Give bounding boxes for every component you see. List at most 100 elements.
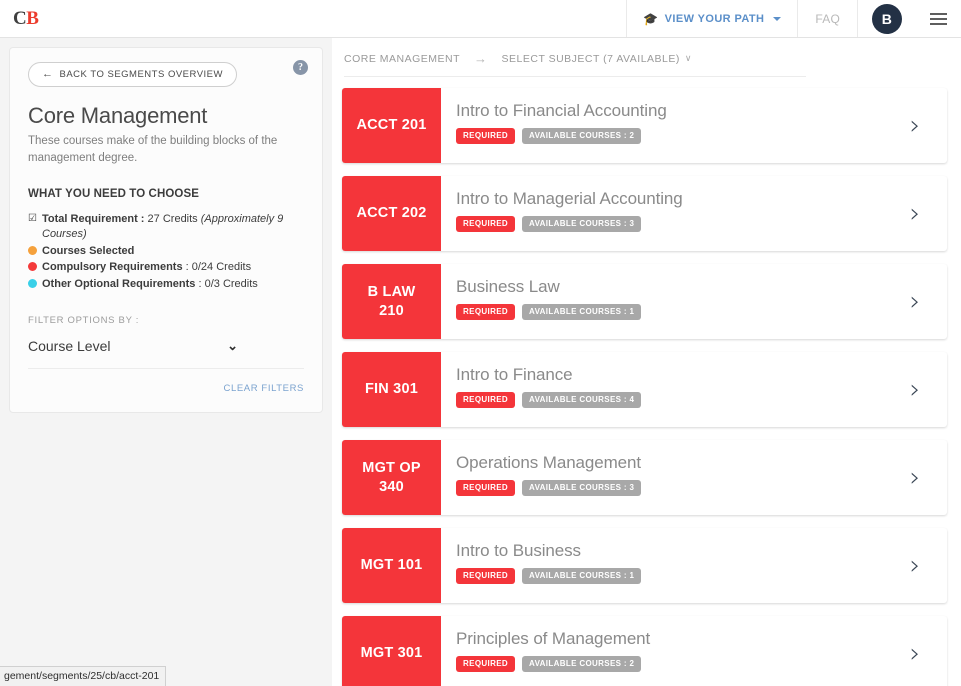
available-courses-badge: AVAILABLE COURSES : 1	[522, 304, 642, 320]
brand-logo-letter-c: C	[13, 7, 27, 29]
available-courses-badge: AVAILABLE COURSES : 4	[522, 392, 642, 408]
back-button-label: BACK TO SEGMENTS OVERVIEW	[59, 69, 223, 80]
requirement-courses-selected-label: Courses Selected	[42, 244, 135, 257]
course-title: Intro to Business	[456, 541, 581, 560]
legend-dot-orange-icon	[28, 244, 42, 255]
course-code: MGT 101	[342, 528, 441, 603]
requirement-optional-value: : 0/3 Credits	[195, 277, 258, 290]
clear-filters-button[interactable]: CLEAR FILTERS	[28, 383, 304, 394]
course-title: Business Law	[456, 277, 560, 296]
breadcrumb: CORE MANAGEMENT → SELECT SUBJECT (7 AVAI…	[344, 38, 806, 77]
requirement-courses-selected: Courses Selected	[28, 244, 304, 259]
graduation-cap-icon: 🎓	[643, 11, 659, 26]
course-code: MGT OP 340	[342, 440, 441, 515]
breadcrumb-select-subject-label: SELECT SUBJECT (7 AVAILABLE)	[501, 52, 680, 65]
course-code: ACCT 201	[342, 88, 441, 163]
course-level-filter-select[interactable]: Course Level ⌄	[28, 338, 304, 370]
requirements-legend: ☑ Total Requirement : 27 Credits (Approx…	[28, 212, 304, 291]
course-card-body: Intro to Finance REQUIRED AVAILABLE COUR…	[441, 352, 883, 427]
course-card-body: Intro to Financial Accounting REQUIRED A…	[441, 88, 883, 163]
course-card-mgt-101[interactable]: MGT 101 Intro to Business REQUIRED AVAIL…	[342, 528, 947, 603]
faq-label: FAQ	[815, 11, 840, 26]
requirement-optional-text: Other Optional Requirements : 0/3 Credit…	[42, 277, 304, 292]
arrow-right-icon: →	[474, 51, 488, 66]
requirement-optional-label: Other Optional Requirements	[42, 277, 196, 290]
chevron-down-icon: ∨	[684, 53, 692, 63]
course-card-body: Intro to Managerial Accounting REQUIRED …	[441, 176, 883, 251]
course-badges: REQUIRED AVAILABLE COURSES : 3	[456, 480, 883, 496]
required-badge: REQUIRED	[456, 392, 516, 408]
chevron-right-icon[interactable]: ›	[883, 352, 947, 427]
chevron-right-icon[interactable]: ›	[883, 528, 947, 603]
back-to-segments-overview-button[interactable]: ← BACK TO SEGMENTS OVERVIEW	[28, 62, 237, 87]
main-content: CORE MANAGEMENT → SELECT SUBJECT (7 AVAI…	[332, 38, 961, 686]
browser-status-bar-url: gement/segments/25/cb/acct-201	[0, 666, 167, 686]
requirement-courses-selected-text: Courses Selected	[42, 244, 304, 259]
course-badges: REQUIRED AVAILABLE COURSES : 3	[456, 216, 883, 232]
breadcrumb-select-subject[interactable]: SELECT SUBJECT (7 AVAILABLE) ∨	[502, 53, 692, 65]
course-list: ACCT 201 Intro to Financial Accounting R…	[342, 77, 947, 686]
available-courses-badge: AVAILABLE COURSES : 1	[522, 568, 642, 584]
requirement-total-label: Total Requirement :	[42, 213, 145, 226]
filter-options-label: FILTER OPTIONS BY :	[28, 315, 140, 327]
available-courses-badge: AVAILABLE COURSES : 3	[522, 480, 642, 496]
chevron-right-icon[interactable]: ›	[883, 616, 947, 686]
course-level-filter-value: Course Level	[28, 338, 111, 355]
legend-dot-red-icon	[28, 260, 42, 272]
course-code: MGT 301	[342, 616, 441, 686]
requirement-total-value: 27 Credits	[147, 213, 198, 226]
course-badges: REQUIRED AVAILABLE COURSES : 4	[456, 392, 883, 408]
course-title: Intro to Financial Accounting	[456, 101, 667, 120]
segment-info-panel: ? ← BACK TO SEGMENTS OVERVIEW Core Manag…	[9, 47, 323, 414]
course-card-mgt-301[interactable]: MGT 301 Principles of Management REQUIRE…	[342, 616, 947, 686]
required-badge: REQUIRED	[456, 480, 516, 496]
course-card-b-law-210[interactable]: B LAW 210 Business Law REQUIRED AVAILABLE…	[342, 264, 947, 339]
course-card-body: Intro to Business REQUIRED AVAILABLE COU…	[441, 528, 883, 603]
course-card-fin-301[interactable]: FIN 301 Intro to Finance REQUIRED AVAILA…	[342, 352, 947, 427]
course-title: Intro to Managerial Accounting	[456, 189, 683, 208]
brand-logo[interactable]: CB	[0, 0, 52, 37]
course-card-mgt-op-340[interactable]: MGT OP 340 Operations Management REQUIRED…	[342, 440, 947, 515]
requirement-compulsory-text: Compulsory Requirements : 0/24 Credits	[42, 260, 304, 275]
chevron-right-icon[interactable]: ›	[883, 176, 947, 251]
course-code: FIN 301	[342, 352, 441, 427]
required-badge: REQUIRED	[456, 568, 516, 584]
main-menu-button[interactable]	[916, 0, 961, 37]
requirement-total-text: Total Requirement : 27 Credits (Approxim…	[42, 212, 304, 241]
required-badge: REQUIRED	[456, 128, 516, 144]
course-card-acct-202[interactable]: ACCT 202 Intro to Managerial Accounting …	[342, 176, 947, 251]
page-layout: ? ← BACK TO SEGMENTS OVERVIEW Core Manag…	[0, 38, 961, 686]
avatar-initial: B	[881, 10, 893, 27]
help-icon[interactable]: ?	[293, 60, 308, 75]
page-title: Core Management	[28, 103, 208, 128]
segment-description: These courses make of the building block…	[28, 135, 278, 164]
course-card-body: Operations Management REQUIRED AVAILABLE…	[441, 440, 883, 515]
top-navigation-bar: CB 🎓 VIEW YOUR PATH FAQ B	[0, 0, 961, 38]
available-courses-badge: AVAILABLE COURSES : 3	[522, 216, 642, 232]
avatar: B	[872, 3, 902, 34]
course-title: Operations Management	[456, 453, 642, 472]
view-your-path-menu[interactable]: 🎓 VIEW YOUR PATH	[626, 0, 797, 37]
hamburger-icon	[930, 12, 947, 25]
course-code: ACCT 202	[342, 176, 441, 251]
chevron-down-icon	[773, 16, 782, 21]
required-badge: REQUIRED	[456, 304, 516, 320]
course-badges: REQUIRED AVAILABLE COURSES : 1	[456, 304, 883, 320]
available-courses-badge: AVAILABLE COURSES : 2	[522, 128, 642, 144]
course-card-acct-201[interactable]: ACCT 201 Intro to Financial Accounting R…	[342, 88, 947, 163]
faq-link[interactable]: FAQ	[797, 0, 857, 37]
chevron-right-icon[interactable]: ›	[883, 264, 947, 339]
course-card-body: Principles of Management REQUIRED AVAILA…	[441, 616, 883, 686]
requirement-compulsory-label: Compulsory Requirements	[42, 261, 183, 274]
checkbox-checked-icon: ☑	[28, 213, 37, 225]
breadcrumb-segment[interactable]: CORE MANAGEMENT	[344, 53, 460, 65]
course-badges: REQUIRED AVAILABLE COURSES : 2	[456, 128, 883, 144]
requirement-total: ☑ Total Requirement : 27 Credits (Approx…	[28, 212, 304, 241]
requirement-optional: Other Optional Requirements : 0/3 Credit…	[28, 277, 304, 292]
arrow-left-icon: ←	[42, 68, 54, 80]
account-menu[interactable]: B	[857, 0, 916, 37]
course-card-body: Business Law REQUIRED AVAILABLE COURSES …	[441, 264, 883, 339]
chevron-right-icon[interactable]: ›	[883, 88, 947, 163]
chevron-right-icon[interactable]: ›	[883, 440, 947, 515]
